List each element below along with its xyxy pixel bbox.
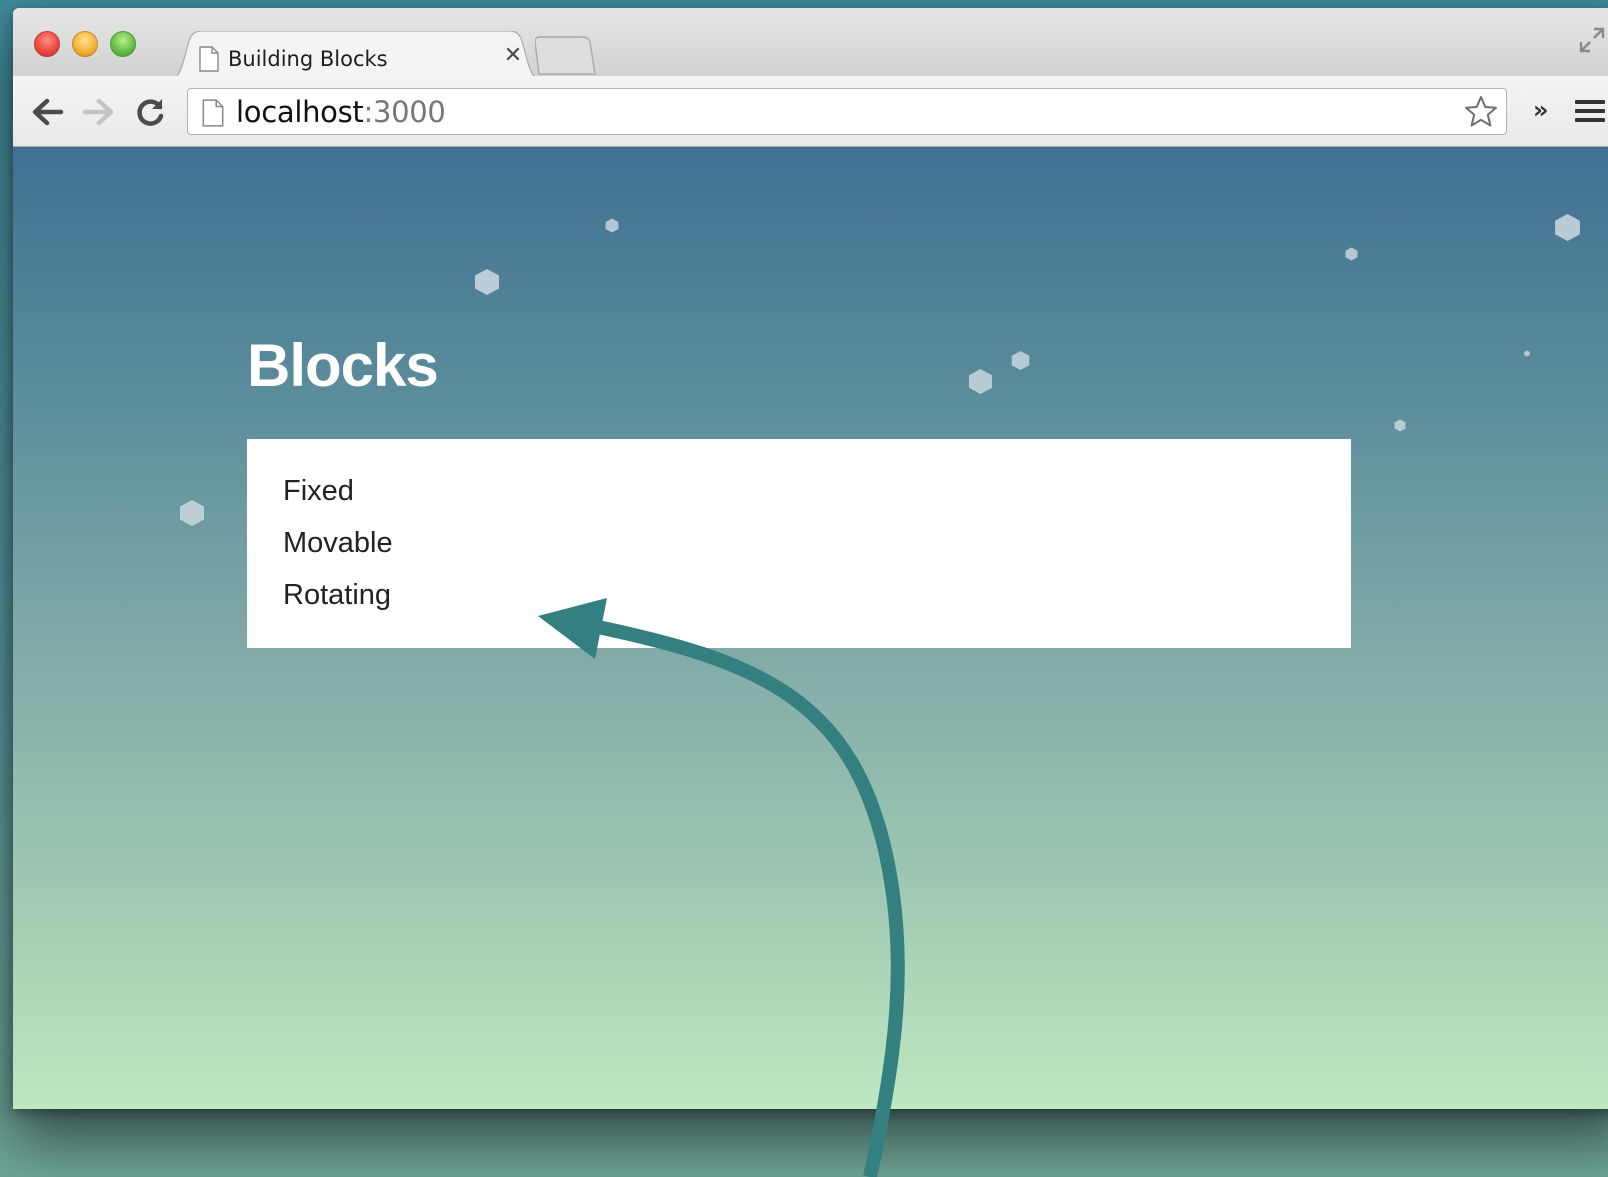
tab-building-blocks[interactable]: Building Blocks ✕: [163, 31, 548, 81]
tab-title: Building Blocks: [228, 47, 388, 71]
fullscreen-icon[interactable]: [1578, 26, 1606, 54]
tab-strip: Building Blocks ✕: [13, 8, 1608, 81]
minimize-window-button[interactable]: [72, 31, 98, 57]
page-icon: [202, 99, 224, 127]
close-icon[interactable]: ✕: [501, 43, 525, 67]
cube-decoration: [968, 369, 993, 394]
url-text[interactable]: localhost:3000: [236, 96, 446, 128]
menu-icon[interactable]: [1575, 100, 1605, 124]
reload-icon[interactable]: [133, 96, 169, 128]
cube-decoration: [1394, 419, 1406, 432]
cube-decoration: [1345, 247, 1358, 261]
list-item-movable[interactable]: Movable: [283, 521, 1351, 573]
cube-decoration: [1524, 350, 1530, 357]
blocks-list-panel: Fixed Movable Rotating: [247, 439, 1351, 648]
cube-decoration: [475, 269, 499, 295]
page-content: Blocks Fixed Movable Rotating: [13, 147, 1608, 1109]
list-item-fixed[interactable]: Fixed: [283, 469, 1351, 521]
address-bar[interactable]: localhost:3000: [187, 88, 1507, 135]
toolbar: localhost:3000 »: [13, 76, 1608, 147]
cube-decoration: [605, 218, 619, 233]
forward-icon[interactable]: [81, 96, 117, 128]
close-window-button[interactable]: [34, 31, 60, 57]
cube-decoration: [1011, 351, 1030, 370]
list-item-rotating[interactable]: Rotating: [283, 573, 1351, 625]
url-port: :3000: [363, 95, 446, 129]
page-icon: [199, 46, 219, 72]
star-icon[interactable]: [1464, 95, 1498, 129]
blocks-list: Fixed Movable Rotating: [247, 439, 1351, 625]
cube-decoration: [1555, 214, 1580, 241]
browser-window: Building Blocks ✕ localhost:3000 » Block…: [13, 8, 1608, 1109]
back-icon[interactable]: [29, 96, 65, 128]
zoom-window-button[interactable]: [110, 31, 136, 57]
chevron-icon[interactable]: »: [1533, 96, 1549, 124]
url-host: localhost: [236, 95, 364, 129]
cube-decoration: [180, 500, 204, 526]
new-tab-button[interactable]: [535, 36, 597, 76]
page-title: Blocks: [247, 332, 439, 399]
